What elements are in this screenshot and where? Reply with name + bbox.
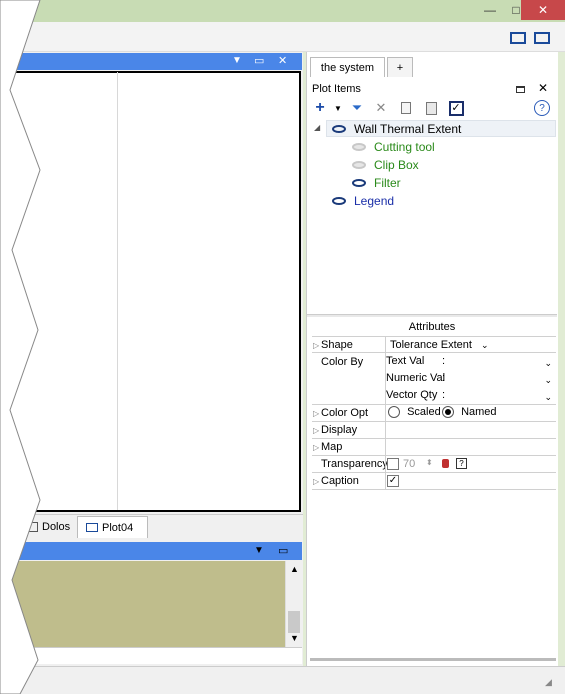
expand-icon[interactable]: ▷ bbox=[313, 443, 319, 452]
attributes-title: Attributes bbox=[408, 321, 456, 333]
panel-menu-button[interactable]: ▼ bbox=[254, 545, 264, 556]
scroll-down-icon[interactable]: ▼ bbox=[290, 633, 299, 643]
transparency-checkbox[interactable] bbox=[387, 458, 399, 471]
close-button[interactable]: ✕ bbox=[521, 0, 565, 20]
tab-plot04[interactable]: Plot04 bbox=[77, 516, 148, 538]
split-view-icon[interactable] bbox=[510, 32, 526, 44]
radio-icon[interactable] bbox=[388, 406, 400, 419]
shape-dropdown[interactable]: Tolerance Extent ⌄ bbox=[390, 339, 489, 351]
attr-label: Map bbox=[321, 441, 343, 453]
status-bar: ◢ bbox=[0, 666, 565, 694]
visibility-eye-icon[interactable] bbox=[352, 161, 366, 169]
attr-row-map: ▷ Map bbox=[312, 439, 556, 456]
scroll-up-icon[interactable]: ▲ bbox=[290, 564, 299, 574]
radio-named[interactable]: Named bbox=[442, 406, 497, 419]
plot-items-title: Plot Items bbox=[312, 83, 361, 95]
vector-qty-colon: : bbox=[442, 389, 446, 401]
lock-icon[interactable] bbox=[442, 459, 449, 468]
panel-menu-button[interactable]: ▼ bbox=[232, 55, 242, 66]
tree-item-clip-box[interactable]: Clip Box bbox=[352, 156, 419, 174]
tree-item-filter[interactable]: Filter bbox=[352, 174, 401, 192]
log-scrollbar[interactable]: ▲ ▼ bbox=[285, 561, 302, 647]
add-item-icon[interactable]: + bbox=[312, 99, 328, 116]
caption-checkbox[interactable]: ✓ bbox=[387, 475, 399, 488]
plot-items-header: Plot Items ✕ bbox=[310, 80, 556, 98]
attr-row-display: ▷ Display bbox=[312, 422, 556, 439]
plot-splitter bbox=[117, 72, 118, 510]
visibility-eye-icon[interactable] bbox=[332, 197, 346, 205]
vector-qty-label: Vector Qty bbox=[386, 389, 438, 401]
tree-item-legend[interactable]: Legend bbox=[332, 192, 394, 210]
main-toolbar bbox=[0, 22, 565, 52]
restore-icon[interactable] bbox=[516, 86, 525, 93]
tree-item-label: Clip Box bbox=[374, 158, 419, 172]
attr-row-color-opt: ▷ Color Opt Scaled Named bbox=[312, 405, 556, 422]
torn-edge-decoration bbox=[0, 0, 41, 694]
text-val-colon: : bbox=[442, 355, 446, 367]
attr-label: Color Opt bbox=[321, 407, 369, 419]
attr-row-caption: ▷ Caption ✓ bbox=[312, 473, 556, 490]
filter-icon[interactable]: ⏷ bbox=[349, 100, 365, 116]
minimize-button[interactable]: — bbox=[477, 0, 503, 20]
vector-qty-dropdown[interactable]: ⌄ bbox=[544, 392, 552, 403]
spin-icon[interactable]: ⬍ bbox=[426, 458, 433, 467]
chevron-down-icon: ⌄ bbox=[481, 340, 489, 350]
delete-icon[interactable]: ✕ bbox=[373, 100, 389, 116]
resize-grip-icon[interactable]: ◢ bbox=[545, 677, 552, 688]
scroll-thumb[interactable] bbox=[288, 611, 300, 633]
chevron-down-icon[interactable]: ▼ bbox=[330, 100, 346, 116]
attr-label: Color By bbox=[321, 356, 364, 368]
panel-divider[interactable] bbox=[307, 314, 557, 317]
attr-label: Caption bbox=[321, 475, 359, 487]
plot-icon bbox=[86, 523, 98, 532]
radio-label: Scaled bbox=[407, 406, 441, 418]
text-val-dropdown[interactable]: ⌄ bbox=[544, 358, 552, 369]
tree-item-label: Legend bbox=[354, 194, 395, 208]
copy-icon[interactable] bbox=[398, 100, 414, 116]
help-icon[interactable]: ? bbox=[534, 100, 550, 116]
panel-restore-button[interactable]: ▭ bbox=[278, 544, 288, 557]
visibility-eye-icon[interactable] bbox=[332, 125, 346, 133]
help-icon[interactable]: ? bbox=[456, 458, 467, 469]
panel-restore-button[interactable]: ▭ bbox=[254, 54, 264, 67]
attr-label: Display bbox=[321, 424, 358, 436]
tab-label: Plot04 bbox=[102, 521, 134, 534]
paste-icon[interactable] bbox=[423, 100, 439, 116]
expand-icon[interactable]: ▷ bbox=[313, 341, 319, 350]
tree-expand-icon[interactable]: ◢ bbox=[314, 123, 320, 132]
radio-scaled[interactable]: Scaled bbox=[388, 406, 441, 419]
attr-row-color-by: Color By Text Val : ⌄ Numeric Val : ⌄ Ve… bbox=[312, 353, 556, 405]
tree-item-label: Filter bbox=[374, 176, 401, 190]
radio-label: Named bbox=[461, 406, 497, 418]
numeric-val-dropdown[interactable]: ⌄ bbox=[544, 375, 552, 386]
visibility-eye-icon[interactable] bbox=[352, 143, 366, 151]
panel-layout-icon[interactable] bbox=[534, 32, 550, 44]
numeric-val-colon: : bbox=[442, 372, 446, 384]
attr-label: Shape bbox=[321, 339, 353, 351]
attr-row-transparency: Transparency 70 ⬍ ? bbox=[312, 456, 556, 473]
numeric-val-label: Numeric Val bbox=[386, 372, 446, 384]
check-all-icon[interactable]: ✓ bbox=[448, 100, 464, 116]
transparency-value[interactable]: 70 bbox=[403, 458, 415, 470]
tab-the-system[interactable]: the system bbox=[310, 57, 385, 77]
right-panel-scrollbar[interactable] bbox=[310, 658, 556, 661]
attr-row-shape: ▷ Shape Tolerance Extent ⌄ bbox=[312, 336, 556, 353]
expand-icon[interactable]: ▷ bbox=[313, 409, 319, 418]
expand-icon[interactable]: ▷ bbox=[313, 477, 319, 486]
close-icon[interactable]: ✕ bbox=[538, 81, 548, 95]
add-tab-button[interactable]: + bbox=[387, 57, 413, 77]
tree-item-cutting-tool[interactable]: Cutting tool bbox=[352, 138, 435, 156]
radio-icon[interactable] bbox=[442, 406, 454, 419]
text-val-label: Text Val bbox=[386, 355, 425, 367]
expand-icon[interactable]: ▷ bbox=[313, 426, 319, 435]
panel-close-button[interactable]: ✕ bbox=[278, 54, 287, 67]
attr-label: Transparency bbox=[321, 458, 388, 470]
tree-item-label: Cutting tool bbox=[374, 140, 435, 154]
tree-item-label: Wall Thermal Extent bbox=[354, 122, 462, 136]
shape-value: Tolerance Extent bbox=[390, 339, 472, 351]
tree-item-wall-thermal-extent[interactable]: Wall Thermal Extent bbox=[332, 120, 461, 138]
visibility-eye-icon[interactable] bbox=[352, 179, 366, 187]
